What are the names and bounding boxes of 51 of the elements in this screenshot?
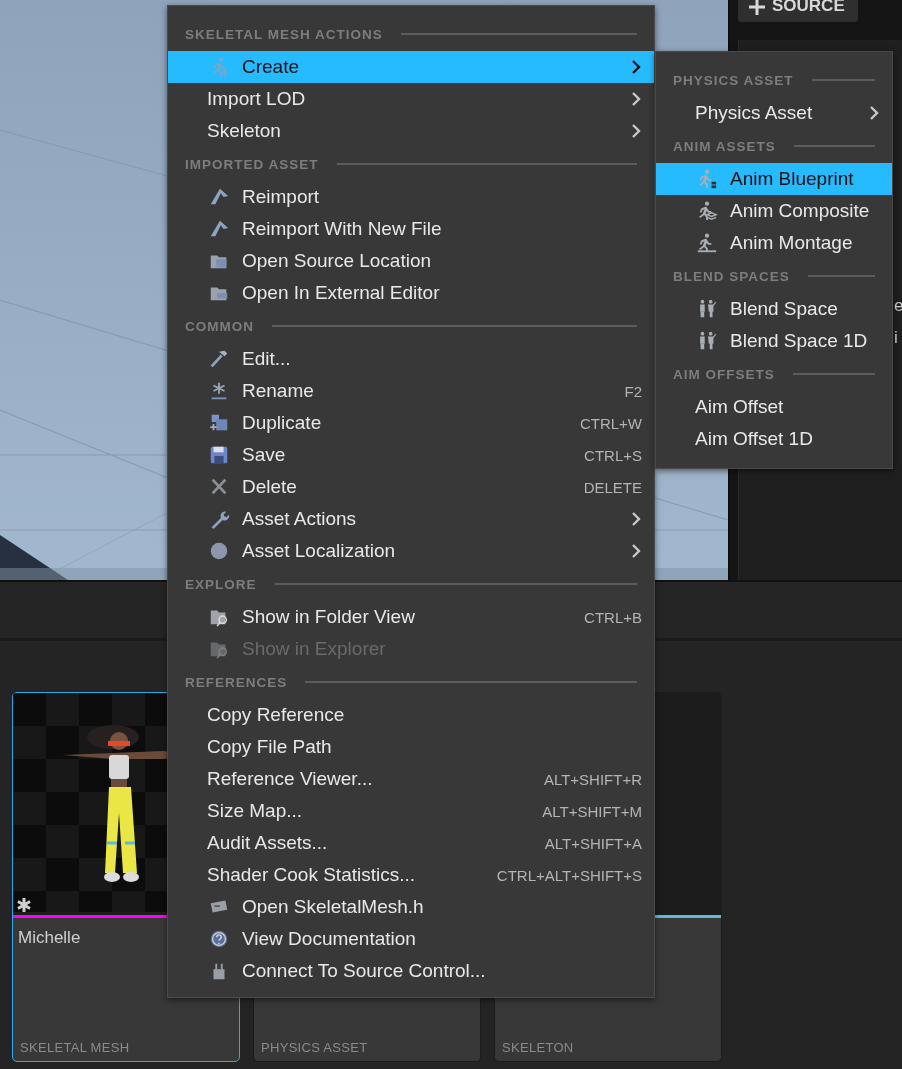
shortcut-text: DELETE (583, 478, 642, 496)
menu-item[interactable]: Physics Asset (656, 97, 892, 129)
source-button[interactable]: SOURCE (738, 0, 858, 22)
plus-icon (748, 0, 766, 16)
menu-item[interactable]: Reimport (168, 181, 654, 213)
section-header: AIM OFFSETS (673, 366, 775, 382)
shortcut-text: ALT+SHIFT+A (544, 834, 642, 852)
runner-icon (695, 232, 719, 254)
panel-text: e (894, 295, 902, 317)
menu-item[interactable]: Blend Space 1D (656, 325, 892, 357)
menu-item[interactable]: Delete DELETE (168, 471, 654, 503)
shortcut-text: ALT+SHIFT+M (542, 802, 642, 820)
menu-item[interactable]: Anim Blueprint (656, 163, 892, 195)
section-header: BLEND SPACES (673, 268, 790, 284)
menu-item[interactable]: Save CTRL+S (168, 439, 654, 471)
menu-item[interactable]: Reimport With New File (168, 213, 654, 245)
shortcut-text: CTRL+ALT+SHIFT+S (496, 866, 642, 884)
shortcut-text: CTRL+W (579, 414, 642, 432)
shortcut-text: F2 (624, 382, 642, 400)
menu-item[interactable]: Blend Space (656, 293, 892, 325)
menu-item[interactable]: Skeleton (168, 115, 654, 147)
menu-item[interactable]: Edit... (168, 343, 654, 375)
panel-text: i (894, 327, 899, 349)
section-header: SKELETAL MESH ACTIONS (185, 26, 383, 42)
menu-item[interactable]: Asset Localization (168, 535, 654, 567)
section-header: ANIM ASSETS (673, 138, 776, 154)
menu-item[interactable]: Aim Offset 1D (656, 423, 892, 455)
shortcut-text: CTRL+B (584, 608, 642, 626)
asset-type: SKELETON (502, 1040, 575, 1055)
section-header: REFERENCES (185, 674, 288, 690)
asset-type: SKELETAL MESH (20, 1040, 131, 1055)
section-header: IMPORTED ASSET (185, 156, 319, 172)
menu-item[interactable]: Rename F2 (168, 375, 654, 407)
menu-item[interactable]: Import LOD (168, 83, 654, 115)
section-header: EXPLORE (185, 576, 257, 592)
shortcut-text: CTRL+S (584, 446, 642, 464)
menu-item[interactable]: Aim Offset (656, 391, 892, 423)
menu-item[interactable]: Duplicate CTRL+W (168, 407, 654, 439)
menu-item[interactable]: Create (168, 51, 654, 83)
menu-item[interactable]: Anim Montage (656, 227, 892, 259)
asset-type: PHYSICS ASSET (261, 1040, 369, 1055)
asterisk-icon (16, 897, 32, 913)
shortcut-text: ALT+SHIFT+R (543, 770, 642, 788)
menu-item[interactable]: Open Source Location (168, 245, 654, 277)
section-header: PHYSICS ASSET (673, 72, 794, 88)
menu-item[interactable]: Show in Folder View CTRL+B (168, 601, 654, 633)
section-header: COMMON (185, 318, 254, 334)
menu-item[interactable]: Open In External Editor (168, 277, 654, 309)
menu-item[interactable]: Asset Actions (168, 503, 654, 535)
menu-item[interactable]: Anim Composite (656, 195, 892, 227)
asset-name: Michelle (18, 928, 81, 948)
